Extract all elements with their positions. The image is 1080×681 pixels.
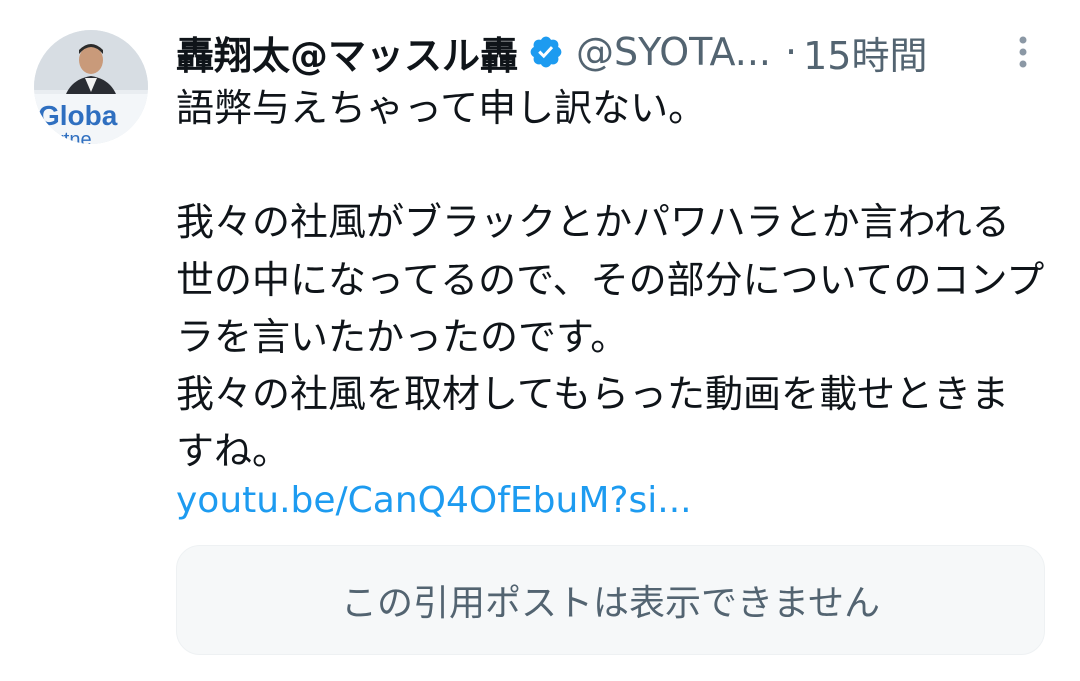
tweet-text: 語弊与えちゃって申し訳ない。 我々の社風がブラックとかパワハラとか言われる世の中… [176,86,1045,474]
quote-post-unavailable[interactable]: この引用ポストは表示できません [176,545,1045,655]
author-name[interactable]: 轟翔太@マッスル轟 [176,25,518,80]
separator-dot: · [785,30,798,74]
avatar-sign-text-1: Globa [38,100,118,131]
quote-unavailable-text: この引用ポストは表示できません [341,583,880,624]
more-vertical-icon[interactable] [1008,30,1038,74]
timestamp[interactable]: 15時間 [803,25,927,80]
more-vertical-icon-graphic [1019,36,1027,68]
author-handle[interactable]: @SYOTA... [576,30,771,74]
avatar-photo: Globa artne [34,30,148,144]
tweet-link[interactable]: youtu.be/CanQ4OfEbuM?si... [176,474,692,528]
avatar[interactable]: Globa artne [34,30,148,144]
tweet-card[interactable]: Globa artne 轟翔太@マッスル轟 @SYOTA... · 15時間 語… [0,0,1080,681]
tweet-header: 轟翔太@マッスル轟 @SYOTA... · 15時間 [176,24,1056,80]
avatar-sign-text-2: artne [46,129,92,144]
verified-badge-icon[interactable] [528,34,564,70]
